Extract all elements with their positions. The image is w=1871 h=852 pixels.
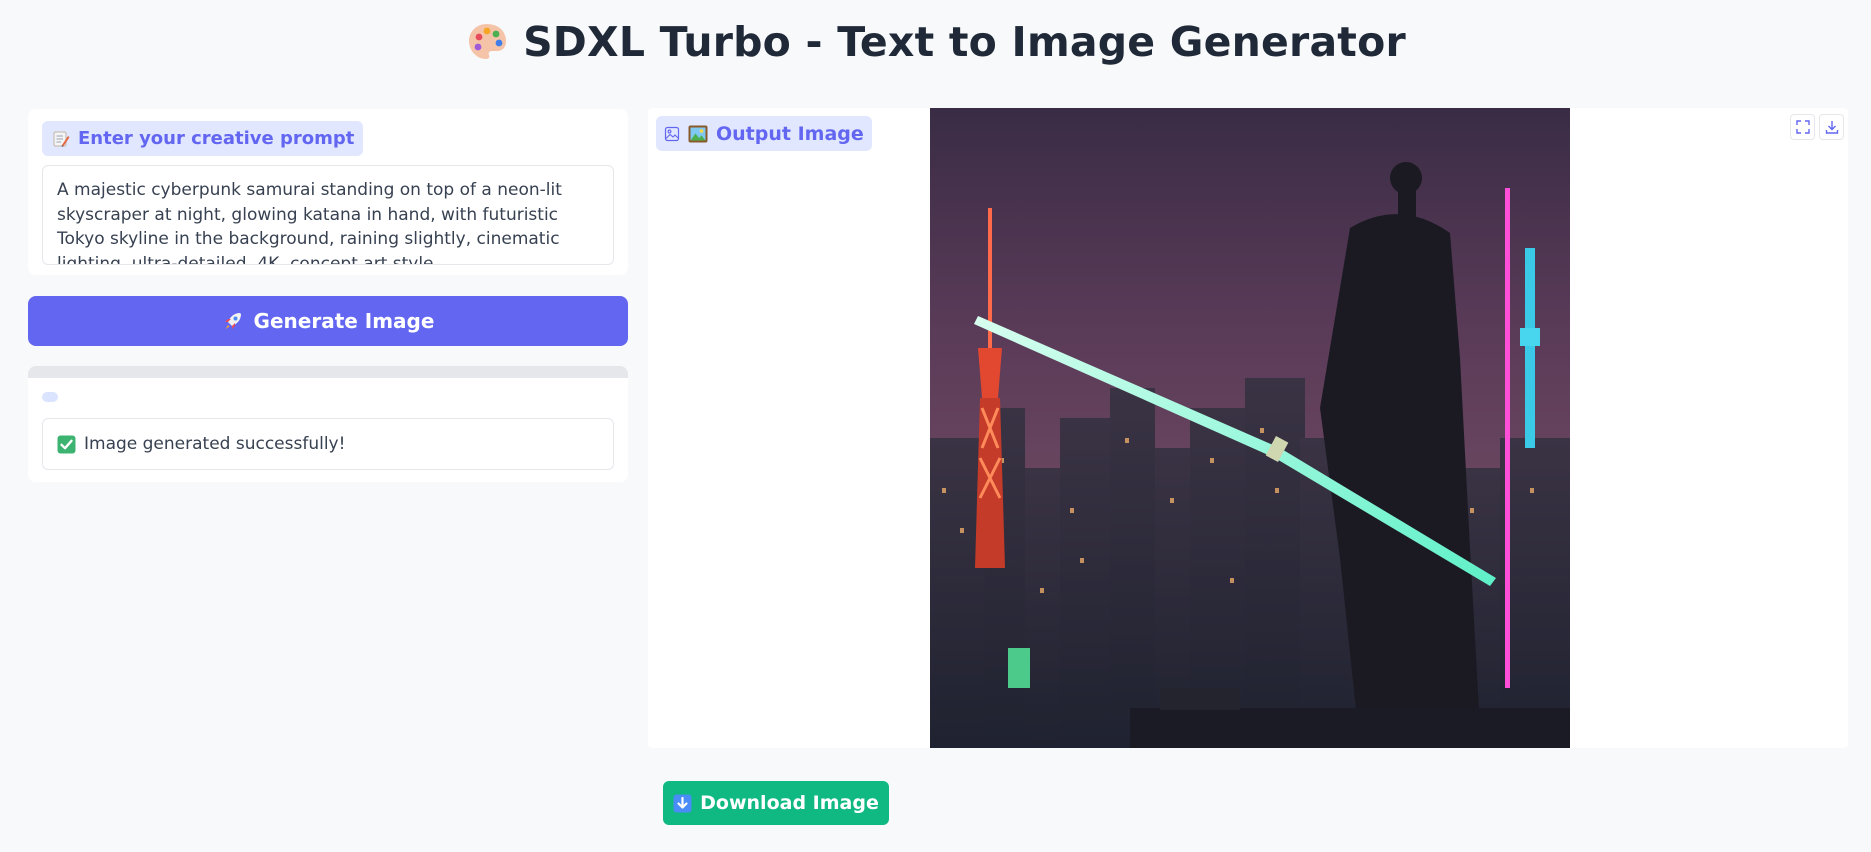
check-mark-icon [57, 435, 76, 453]
generate-button-label: Generate Image [253, 309, 435, 333]
download-image-button[interactable]: Download Image [663, 781, 889, 825]
output-label-text: Output Image [716, 122, 864, 145]
image-toolbar [1790, 114, 1844, 142]
status-text: Image generated successfully! [84, 434, 346, 454]
down-arrow-icon [673, 794, 692, 812]
download-icon [1825, 121, 1838, 134]
framed-picture-icon [688, 125, 708, 142]
prompt-textarea[interactable]: A majestic cyberpunk samurai standing on… [42, 165, 614, 265]
rocket-icon [224, 313, 241, 329]
artist-palette-icon [469, 24, 507, 59]
generate-image-button[interactable]: Generate Image [28, 296, 628, 346]
prompt-label: Enter your creative prompt [42, 121, 364, 156]
status-card: Image generated successfully! [28, 366, 628, 482]
page-title: SDXL Turbo - Text to Image Generator [523, 18, 1406, 66]
generated-image [930, 108, 1570, 748]
fullscreen-icon [1795, 120, 1810, 134]
download-button-label: Download Image [700, 792, 879, 814]
progress-bar [28, 366, 628, 378]
app-header: SDXL Turbo - Text to Image Generator [0, 18, 1871, 66]
image-icon [664, 126, 680, 141]
output-panel: Output Image [648, 108, 1848, 748]
output-label: Output Image [656, 116, 872, 151]
prompt-card: Enter your creative prompt A majestic cy… [28, 109, 628, 275]
prompt-label-text: Enter your creative prompt [78, 128, 355, 149]
fullscreen-button[interactable] [1790, 114, 1815, 140]
progress-bar-fill [28, 366, 628, 378]
status-message: Image generated successfully! [42, 418, 614, 470]
download-icon-button[interactable] [1819, 114, 1844, 140]
memo-icon [53, 131, 70, 147]
status-indicator [42, 392, 58, 402]
